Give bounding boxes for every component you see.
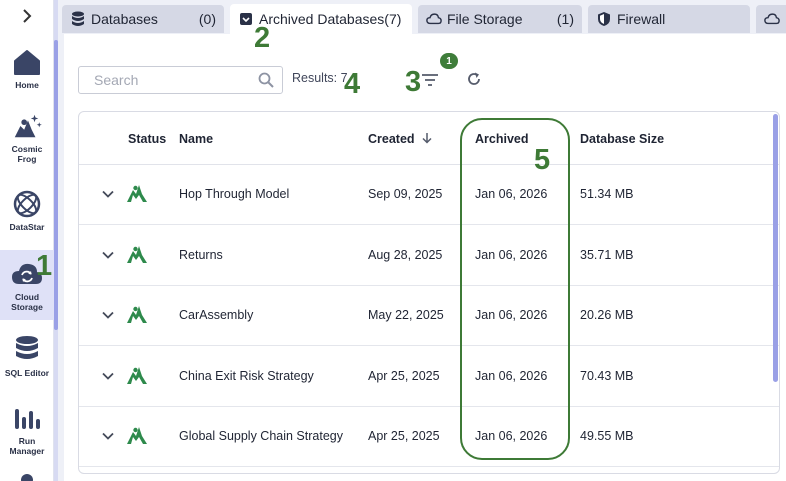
chevron-down-icon[interactable] — [101, 187, 117, 203]
cell-size: 49.55 MB — [580, 429, 634, 443]
table-row[interactable]: China Exit Risk Strategy Apr 25, 2025 Jan … — [79, 347, 779, 407]
nav-scrollbar[interactable] — [54, 40, 58, 330]
nav-item-datastar[interactable]: DataStar — [0, 188, 54, 236]
annotation-3: 3 — [405, 66, 422, 98]
chevron-down-icon[interactable] — [101, 248, 117, 264]
cell-size: 70.43 MB — [580, 368, 634, 383]
nav-label: Cloud Storage — [11, 292, 43, 312]
table-row[interactable]: CarAssembly May 22, 2025 Jan 06, 2026 20.26… — [79, 286, 779, 346]
cell-size: 20.26 MB — [580, 308, 634, 322]
nav-label: SQL Editor — [4, 368, 50, 378]
tab-overflow[interactable] — [756, 5, 786, 33]
nav-label: Cosmic Frog — [11, 144, 43, 164]
chevron-down-icon[interactable] — [101, 369, 117, 385]
search-box[interactable] — [78, 66, 283, 94]
nav-item-run-manager[interactable]: Run Manager — [0, 402, 54, 460]
nav-label: DataStar — [9, 222, 45, 232]
table-row[interactable]: Hop Through Model Sep 09, 2025 Jan 06, 202… — [79, 165, 779, 225]
tab-bar: Databases (0) Archived Databases(7) File… — [62, 4, 786, 34]
tab-count: (0) — [198, 11, 216, 27]
table-row[interactable]: Returns Aug 28, 2025 Jan 06, 2026 35.71 MB — [79, 226, 779, 286]
table-header: Status Name Created Archived Database Si… — [79, 112, 779, 165]
tab-count: (1) — [556, 11, 574, 27]
table-row[interactable]: Global Supply Chain Strategy Apr 25, 2025… — [79, 407, 779, 467]
tab-label: Databases — [91, 11, 158, 27]
sql-editor-icon — [11, 334, 43, 366]
column-header-created-label: Created — [368, 132, 415, 146]
shield-icon — [596, 11, 612, 27]
cell-created: Apr 25, 2025 — [368, 429, 440, 443]
tab-file-storage[interactable]: File Storage (1) — [418, 5, 582, 33]
cell-name: Global Supply Chain Strategy — [179, 429, 343, 443]
tab-label: Archived Databases(7) — [259, 11, 402, 27]
databases-table: Status Name Created Archived Database Si… — [78, 111, 780, 474]
cell-created: May 22, 2025 — [368, 308, 444, 322]
tab-label: Firewall — [617, 11, 666, 27]
sort-down-icon — [422, 133, 432, 144]
tab-firewall[interactable]: Firewall — [588, 5, 750, 33]
more-icon — [21, 474, 33, 481]
column-header-created[interactable]: Created — [368, 132, 433, 146]
filter-icon — [422, 74, 438, 86]
cell-created: Aug 28, 2025 — [368, 247, 443, 262]
database-icon — [70, 11, 86, 27]
tab-databases[interactable]: Databases (0) — [62, 5, 224, 33]
cell-created: Apr 25, 2025 — [368, 368, 440, 383]
cell-name: Returns — [179, 247, 223, 262]
archived-databases-panel: Results: 7 1 Status Name Created Archive… — [64, 34, 786, 481]
cosmic-frog-status-icon — [125, 424, 149, 448]
nav-item-cosmic-frog[interactable]: Cosmic Frog — [0, 110, 54, 172]
cloud-icon — [764, 11, 780, 27]
search-icon[interactable] — [258, 72, 274, 88]
chevron-down-icon[interactable] — [101, 429, 117, 445]
archived-column-highlight — [460, 118, 570, 460]
cell-name: China Exit Risk Strategy — [179, 368, 314, 383]
results-count: Results: 7 — [292, 71, 348, 85]
nav-item-sql-editor[interactable]: SQL Editor — [0, 334, 54, 382]
table-scrollbar[interactable] — [773, 114, 778, 382]
home-icon — [11, 46, 43, 78]
nav-item-home[interactable]: Home — [0, 46, 54, 94]
cosmic-frog-status-icon — [125, 364, 149, 388]
refresh-icon — [468, 72, 480, 85]
chevron-down-icon[interactable] — [101, 308, 117, 324]
filter-count-badge: 1 — [440, 53, 458, 69]
run-manager-icon — [11, 402, 43, 434]
nav-label: Home — [15, 80, 39, 90]
datastar-icon — [11, 188, 43, 220]
cell-created: Sep 09, 2025 — [368, 187, 443, 201]
column-header-size[interactable]: Database Size — [580, 132, 664, 146]
cosmic-frog-icon — [11, 110, 43, 142]
annotation-1: 1 — [36, 250, 53, 282]
cell-size: 35.71 MB — [580, 247, 634, 262]
search-input[interactable] — [94, 72, 254, 88]
filter-button[interactable] — [418, 68, 442, 92]
annotation-4: 4 — [344, 68, 361, 100]
nav-rail: Home Cosmic Frog DataStar Cloud Storage … — [0, 0, 54, 481]
cosmic-frog-status-icon — [125, 303, 149, 327]
cell-name: CarAssembly — [179, 308, 254, 322]
cosmic-frog-status-icon — [125, 243, 149, 267]
column-header-status[interactable]: Status — [128, 132, 166, 146]
tab-label: File Storage — [447, 11, 523, 27]
cell-name: Hop Through Model — [179, 187, 290, 201]
cell-size: 51.34 MB — [580, 187, 634, 201]
refresh-button[interactable] — [463, 68, 485, 90]
cloud-icon — [426, 11, 442, 27]
expand-icon[interactable] — [17, 6, 37, 26]
annotation-5: 5 — [534, 144, 551, 176]
archive-icon — [238, 11, 254, 27]
annotation-2: 2 — [254, 22, 271, 54]
cosmic-frog-status-icon — [125, 182, 149, 206]
nav-label: Run Manager — [9, 436, 45, 456]
column-header-name[interactable]: Name — [179, 132, 213, 146]
